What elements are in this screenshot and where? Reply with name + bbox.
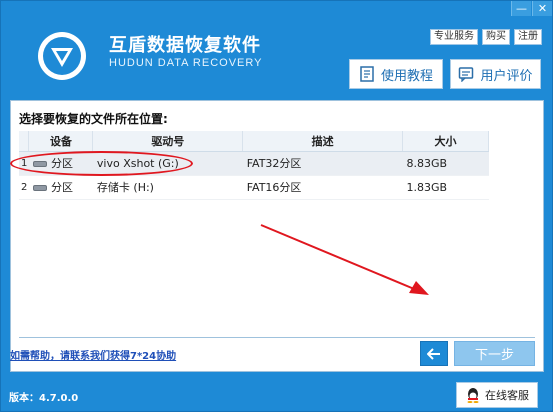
column-header-drive[interactable]: 驱动号 [92, 131, 244, 152]
buy-link[interactable]: 购买 [482, 29, 510, 45]
tutorial-label: 使用教程 [380, 68, 433, 84]
document-icon [360, 66, 374, 82]
qq-icon [467, 388, 479, 403]
version-label: 版本：4.7.0.0 [9, 393, 79, 404]
user-review-label: 用户评价 [480, 68, 533, 84]
tutorial-button[interactable]: 使用教程 [349, 59, 443, 89]
column-header-size[interactable]: 大小 [402, 131, 489, 152]
close-button[interactable]: ✕ [532, 1, 552, 16]
pro-service-link[interactable]: 专业服务 [430, 29, 478, 45]
user-review-button[interactable]: 用户评价 [450, 59, 541, 89]
app-title: 互盾数据恢复软件 [109, 35, 261, 56]
header: — ✕ 互盾数据恢复软件 HUDUN DATA RECOVERY 专业服务 购买… [1, 1, 552, 97]
drive-cell: 存储卡 (H:) [92, 175, 243, 200]
column-header-description[interactable]: 描述 [242, 131, 404, 152]
minimize-button[interactable]: — [511, 1, 531, 16]
next-button[interactable]: 下一步 [454, 341, 535, 366]
size-cell: 1.83GB [402, 175, 489, 200]
top-links: 专业服务 购买 注册 [430, 29, 542, 45]
table-header-row: 设备 驱动号 描述 大小 [19, 131, 489, 152]
drive-icon [32, 185, 47, 191]
online-service-button[interactable]: 在线客服 [456, 382, 538, 408]
register-link[interactable]: 注册 [514, 29, 542, 45]
table-row[interactable]: 2 分区 存储卡 (H:) FAT16分区 1.83GB [19, 175, 489, 200]
annotation-arrow-icon [260, 224, 429, 295]
size-cell: 8.83GB [402, 151, 489, 176]
section-title: 选择要恢复的文件所在位置: [19, 112, 168, 126]
device-cell: 分区 [28, 175, 93, 200]
annotation-ellipse [10, 151, 193, 176]
app-window: — ✕ 互盾数据恢复软件 HUDUN DATA RECOVERY 专业服务 购买… [0, 0, 553, 412]
description-cell: FAT16分区 [242, 175, 403, 200]
online-service-label: 在线客服 [485, 389, 529, 402]
column-header-device[interactable]: 设备 [28, 131, 94, 152]
app-subtitle: HUDUN DATA RECOVERY [109, 57, 263, 69]
description-cell: FAT32分区 [242, 151, 403, 176]
app-logo-icon [38, 32, 86, 80]
back-button[interactable] [420, 341, 448, 366]
row-index: 2 [19, 175, 29, 200]
back-arrow-icon [427, 347, 440, 360]
index-header [19, 131, 30, 152]
divider [19, 337, 535, 338]
device-label: 分区 [50, 181, 73, 194]
comment-icon [459, 67, 474, 82]
help-link[interactable]: 如需帮助，请联系我们获得7*24协助 [10, 347, 176, 362]
